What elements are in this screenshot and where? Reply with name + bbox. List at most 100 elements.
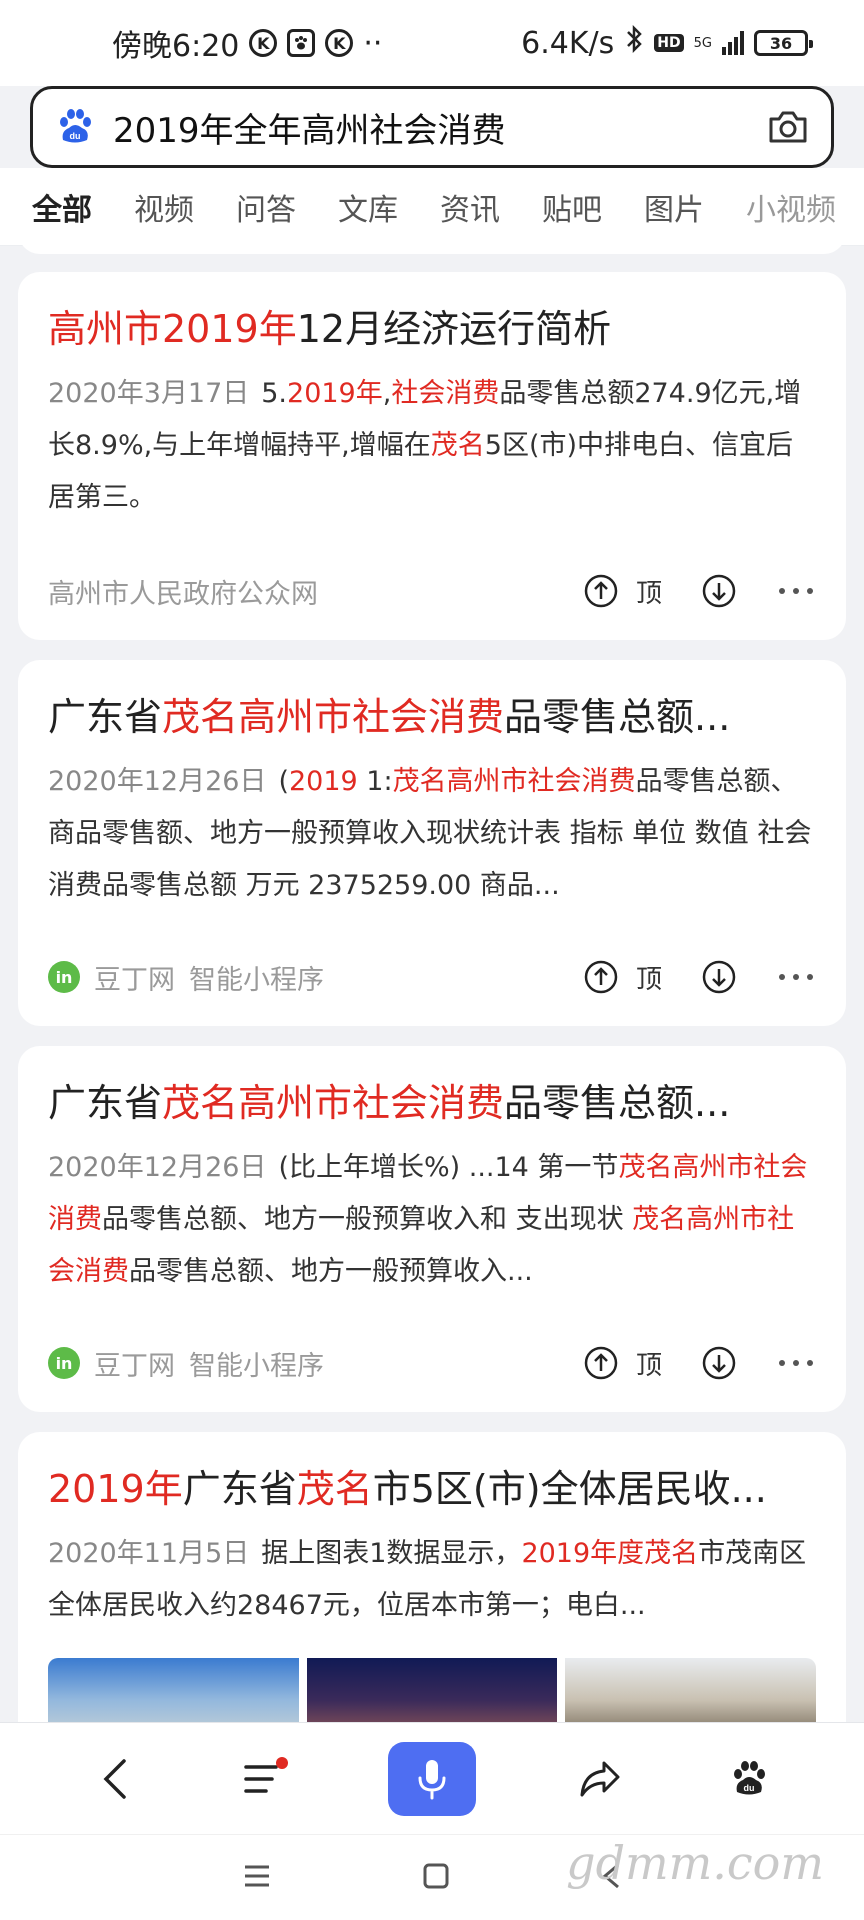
tab-short-video[interactable]: 小视频 bbox=[746, 185, 836, 229]
status-bar: 傍晚6:20 K K ·· 6.4K/s HD 5G 36 bbox=[0, 0, 864, 86]
more-icon[interactable] bbox=[776, 586, 816, 596]
text-run: 广东省 bbox=[182, 1467, 297, 1511]
text-run: 品零售总额、地方一般预算收入和 支出现状 bbox=[102, 1204, 633, 1235]
result-actions: 顶 bbox=[584, 1345, 816, 1382]
result-title[interactable]: 高州市2019年12月经济运行简析 bbox=[48, 302, 816, 356]
doc88-logo-icon: in bbox=[48, 961, 80, 993]
text-run: 品零售总额... bbox=[504, 695, 731, 739]
recent-apps-button[interactable] bbox=[242, 1863, 272, 1893]
search-input[interactable]: 2019年全年高州社会消费 bbox=[113, 103, 767, 152]
text-run: ( bbox=[278, 766, 289, 797]
camera-icon[interactable] bbox=[767, 109, 809, 145]
tab-news[interactable]: 资讯 bbox=[440, 185, 500, 229]
highlight-term: 社会消费 bbox=[391, 378, 500, 409]
result-thumbnail[interactable] bbox=[306, 1658, 558, 1728]
result-card[interactable]: 广东省茂名高州市社会消费品零售总额... 2020年12月26日 (2019 1:… bbox=[18, 660, 846, 1026]
network-type: 5G bbox=[693, 35, 712, 51]
hd-icon: HD bbox=[654, 34, 684, 52]
tab-video[interactable]: 视频 bbox=[134, 185, 194, 229]
status-right: 6.4K/s HD 5G 36 bbox=[521, 24, 813, 62]
tab-qa[interactable]: 问答 bbox=[236, 185, 296, 229]
result-footer: in 豆丁网 智能小程序 顶 bbox=[48, 952, 816, 1002]
result-title[interactable]: 广东省茂名高州市社会消费品零售总额... bbox=[48, 1076, 816, 1130]
search-bar[interactable]: du 2019年全年高州社会消费 bbox=[30, 86, 834, 168]
tab-wenku[interactable]: 文库 bbox=[338, 185, 398, 229]
result-abstract: 2020年12月26日 (比上年增长%) ...14 第一节茂名高州市社会消费品零… bbox=[48, 1142, 816, 1298]
home-button[interactable] bbox=[422, 1862, 450, 1894]
upvote-icon[interactable] bbox=[584, 960, 618, 994]
highlight-term: 2019年 bbox=[287, 378, 383, 409]
tab-all[interactable]: 全部 bbox=[32, 185, 92, 245]
result-title[interactable]: 2019年广东省茂名市5区(市)全体居民收... bbox=[48, 1462, 816, 1516]
result-source[interactable]: in 豆丁网 智能小程序 bbox=[48, 958, 324, 997]
highlight-term: 茂名 bbox=[430, 430, 485, 461]
battery-icon: 36 bbox=[754, 30, 813, 56]
highlight-term: 2019年度茂名 bbox=[521, 1538, 699, 1569]
source-mini-program: 智能小程序 bbox=[189, 964, 324, 996]
text-run: 1: bbox=[357, 766, 393, 797]
result-date: 2020年3月17日 bbox=[48, 378, 250, 409]
text-run: 广东省 bbox=[48, 695, 163, 739]
source-mini-program: 智能小程序 bbox=[189, 1350, 324, 1382]
share-button[interactable] bbox=[574, 1753, 626, 1805]
result-footer: in 豆丁网 智能小程序 顶 bbox=[48, 1338, 816, 1388]
result-thumbnail[interactable] bbox=[48, 1658, 299, 1728]
result-date: 2020年12月26日 bbox=[48, 766, 267, 797]
upvote-label[interactable]: 顶 bbox=[636, 959, 662, 996]
tab-images[interactable]: 图片 bbox=[644, 185, 704, 229]
result-card[interactable]: 高州市2019年12月经济运行简析 2020年3月17日 5.2019年,社会消费… bbox=[18, 272, 846, 640]
source-name: 高州市人民政府公众网 bbox=[48, 578, 318, 610]
result-abstract: 2020年12月26日 (2019 1:茂名高州市社会消费品零售总额、商品零售额、… bbox=[48, 756, 816, 912]
more-icon[interactable] bbox=[776, 1358, 816, 1368]
highlight-term: 茂名高州市社会消费 bbox=[392, 766, 636, 797]
notification-dot bbox=[276, 1756, 289, 1769]
result-title[interactable]: 广东省茂名高州市社会消费品零售总额... bbox=[48, 690, 816, 744]
upvote-label[interactable]: 顶 bbox=[636, 573, 662, 610]
result-card[interactable]: 广东省茂名高州市社会消费品零售总额... 2020年12月26日 (比上年增长%)… bbox=[18, 1046, 846, 1412]
upvote-icon[interactable] bbox=[584, 574, 618, 608]
k-app-icon-2: K bbox=[325, 29, 354, 57]
highlight-term: 2019年 bbox=[48, 1467, 183, 1511]
source-name: 豆丁网 bbox=[94, 1350, 175, 1382]
bottom-toolbar: du bbox=[0, 1722, 864, 1834]
result-source[interactable]: in 豆丁网 智能小程序 bbox=[48, 1344, 324, 1383]
text-run: 据上图表1数据显示， bbox=[261, 1538, 522, 1569]
result-footer: 高州市人民政府公众网 顶 bbox=[48, 566, 816, 616]
result-abstract: 2020年11月5日 据上图表1数据显示，2019年度茂名市茂南区全体居民收入约2… bbox=[48, 1528, 816, 1632]
result-card[interactable]: 2019年广东省茂名市5区(市)全体居民收... 2020年11月5日 据上图表1… bbox=[18, 1432, 846, 1728]
highlight-term: 2019 bbox=[288, 766, 358, 797]
downvote-icon[interactable] bbox=[702, 574, 736, 608]
clock: 傍晚6:20 bbox=[112, 29, 240, 64]
upvote-label[interactable]: 顶 bbox=[636, 1345, 662, 1382]
text-run: 市5区(市)全体居民收... bbox=[372, 1467, 767, 1511]
svg-text:du: du bbox=[70, 131, 81, 141]
baidu-home-icon[interactable]: du bbox=[723, 1753, 775, 1805]
voice-search-button[interactable] bbox=[387, 1741, 476, 1816]
menu-button[interactable] bbox=[238, 1753, 290, 1805]
more-icon[interactable] bbox=[776, 972, 816, 982]
text-run: 12月经济运行简析 bbox=[296, 307, 612, 351]
result-date: 2020年12月26日 bbox=[48, 1152, 267, 1183]
result-thumbnail[interactable] bbox=[565, 1658, 816, 1728]
back-button[interactable] bbox=[89, 1753, 141, 1805]
result-actions: 顶 bbox=[584, 573, 816, 610]
signal-icon bbox=[722, 31, 744, 55]
text-run: 5. bbox=[261, 378, 288, 409]
highlight-term: 高州市2019年 bbox=[48, 307, 297, 351]
result-image-strip[interactable] bbox=[48, 1658, 816, 1728]
highlight-term: 茂名高州市社会消费 bbox=[162, 1081, 505, 1125]
highlight-term: 茂名 bbox=[296, 1467, 373, 1511]
upvote-icon[interactable] bbox=[584, 1346, 618, 1380]
watermark-logo: gdmm.com bbox=[566, 1836, 824, 1890]
result-source[interactable]: 高州市人民政府公众网 bbox=[48, 572, 318, 611]
result-actions: 顶 bbox=[584, 959, 816, 996]
downvote-icon[interactable] bbox=[702, 1346, 736, 1380]
network-speed: 6.4K/s bbox=[521, 25, 615, 61]
status-left: 傍晚6:20 K K ·· bbox=[112, 21, 382, 65]
downvote-icon[interactable] bbox=[702, 960, 736, 994]
baidu-logo-icon: du bbox=[55, 107, 95, 147]
baidu-paw-icon bbox=[287, 29, 316, 57]
text-run: (比上年增长%) ...14 第一节 bbox=[278, 1152, 619, 1183]
tab-tieba[interactable]: 贴吧 bbox=[542, 185, 602, 229]
source-name: 豆丁网 bbox=[94, 964, 175, 996]
